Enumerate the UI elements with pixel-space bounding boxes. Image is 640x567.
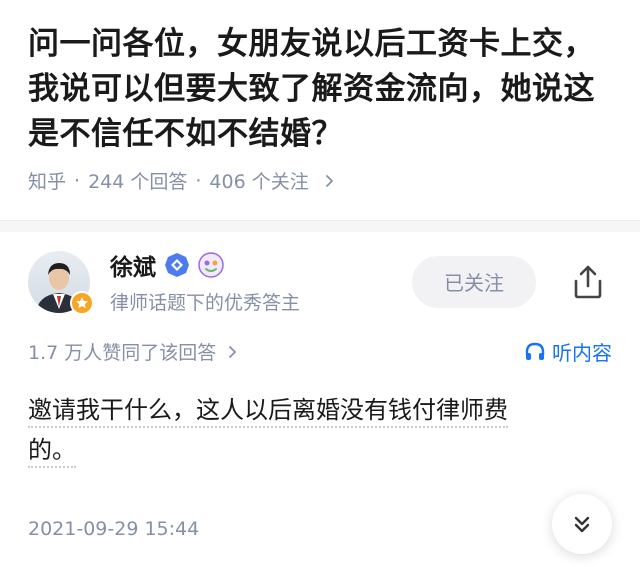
- expand-more-button[interactable]: [552, 494, 612, 554]
- likes-summary[interactable]: 1.7 万人赞同了该回答: [28, 338, 240, 365]
- source-label: 知乎: [28, 171, 67, 193]
- share-icon[interactable]: [564, 258, 612, 306]
- question-meta[interactable]: 知乎 · 244 个回答 · 406 个关注: [28, 167, 612, 194]
- author-description: 律师话题下的优秀答主: [110, 292, 301, 314]
- headphones-icon: [524, 341, 546, 363]
- section-divider: [0, 220, 640, 232]
- answer-line: 的。: [28, 436, 76, 468]
- creator-badge-icon: [198, 252, 224, 278]
- answer-line: 邀请我干什么，这人以后离婚没有钱付律师费: [28, 396, 508, 428]
- meta-separator: ·: [74, 169, 81, 192]
- listen-button[interactable]: 听内容: [524, 337, 612, 366]
- excellent-badge-icon: [70, 290, 94, 315]
- likes-count: 1.7 万人赞同了该回答: [28, 342, 217, 364]
- author-name-line: 徐斌: [110, 248, 412, 282]
- answer-content[interactable]: 邀请我干什么，这人以后离婚没有钱付律师费 的。: [0, 366, 640, 470]
- stats-row: 1.7 万人赞同了该回答 听内容: [0, 315, 640, 366]
- verified-badge-icon: [164, 252, 190, 278]
- chevron-right-icon: [323, 174, 337, 188]
- author-name[interactable]: 徐斌: [110, 248, 156, 282]
- answer-timestamp: 2021-09-29 15:44: [28, 518, 200, 540]
- listen-label: 听内容: [552, 341, 612, 365]
- followers-count: 406 个关注: [209, 171, 309, 193]
- chevron-right-icon: [226, 345, 240, 359]
- footer-row: 2021-09-29 15:44: [0, 470, 640, 554]
- follow-button[interactable]: 已关注: [412, 255, 536, 308]
- author-info: 徐斌 律师话题下的优秀答主: [110, 248, 412, 315]
- question-title[interactable]: 问一问各位，女朋友说以后工资卡上交，我说可以但要大致了解资金流向，她说这是不信任…: [28, 22, 612, 157]
- double-chevron-down-icon: [571, 513, 593, 535]
- meta-separator: ·: [195, 169, 202, 192]
- author-avatar[interactable]: [28, 250, 94, 315]
- answers-count: 244 个回答: [88, 171, 188, 193]
- question-block: 问一问各位，女朋友说以后工资卡上交，我说可以但要大致了解资金流向，她说这是不信任…: [0, 0, 640, 194]
- author-row: 徐斌 律师话题下的优秀答主 已关注: [0, 232, 640, 315]
